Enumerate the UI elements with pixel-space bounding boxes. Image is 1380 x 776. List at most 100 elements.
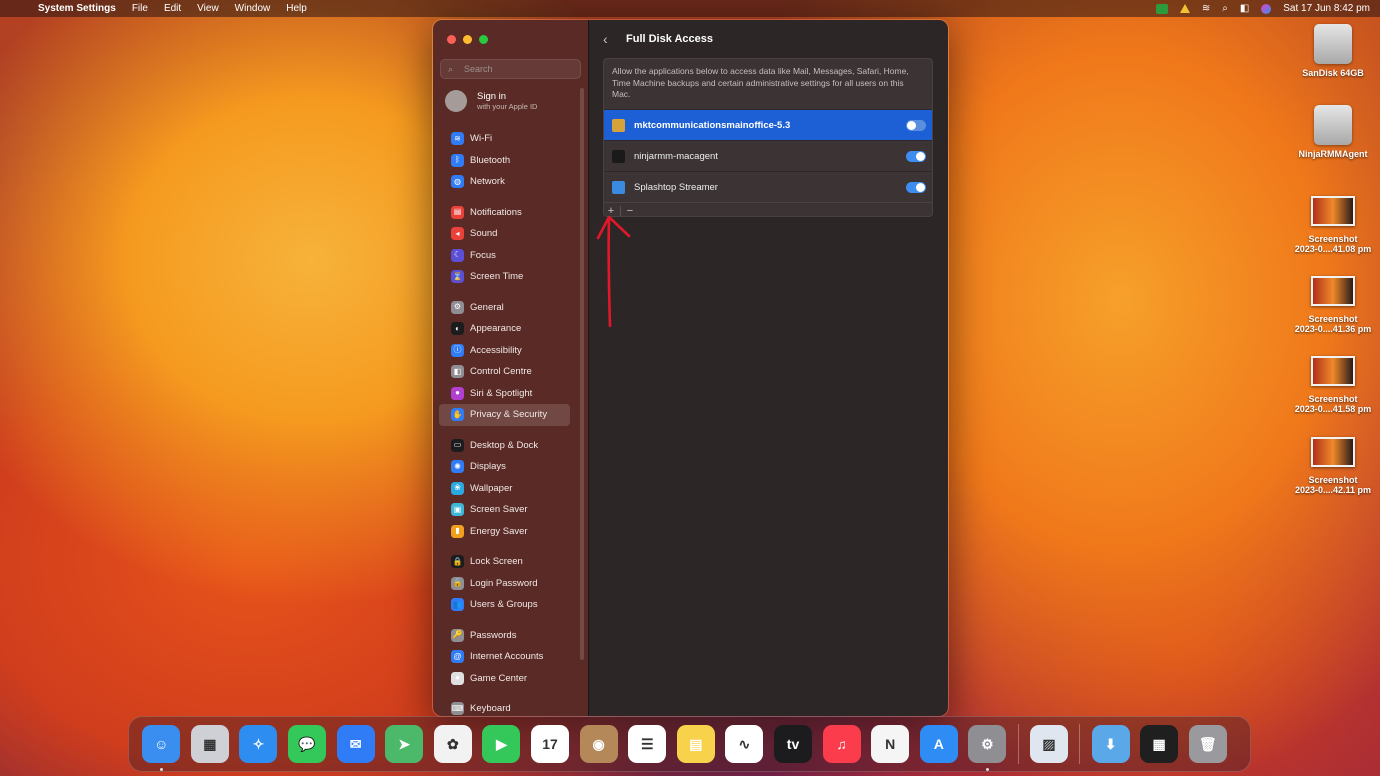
sidebar-item-users-groups[interactable]: 👥 Users & Groups [439,594,570,616]
desktop-screenshot[interactable]: Screenshot 2023-0....41.08 pm [1288,196,1378,254]
dock-contacts-icon[interactable]: ◉ [579,725,618,763]
menu-file[interactable]: File [132,3,148,14]
sidebar-item-wallpaper[interactable]: ❀ Wallpaper [439,478,570,500]
access-toggle[interactable] [906,182,926,193]
dock-news-icon[interactable]: N [871,725,910,763]
siri-icon[interactable] [1261,3,1272,14]
sidebar-group-spacer [433,689,588,698]
dock-launchpad-icon[interactable]: ▦ [190,725,229,763]
dock-downloads-icon[interactable]: ⬇ [1091,725,1130,763]
app-name: ninjarmm-macagent [634,150,718,162]
sidebar-item-screen-time[interactable]: ⌛ Screen Time [439,266,570,288]
access-toggle[interactable] [906,151,926,162]
sidebar-item-focus[interactable]: ☾ Focus [439,245,570,267]
dock-mail-icon[interactable]: ✉ [336,725,375,763]
dock-glyph: 💬 [298,735,316,752]
close-button[interactable] [447,35,456,44]
sidebar-item-label: Wi-Fi [470,133,493,145]
menu-window[interactable]: Window [235,3,271,14]
sidebar-item-wi-fi[interactable]: ≋ Wi-Fi [439,128,570,150]
back-chevron-icon[interactable]: ‹ [603,31,613,47]
control-centre-icon[interactable]: ◧ [1240,3,1249,14]
screen-time-icon: ⌛ [451,270,464,284]
dock-safari-icon[interactable]: ✧ [239,725,278,763]
dock-system-settings-icon[interactable]: ⚙ [968,725,1007,771]
sidebar-scrollbar[interactable] [580,88,584,660]
sidebar-item-sound[interactable]: ◂ Sound [439,223,570,245]
sidebar-item-game-center[interactable]: ● Game Center [439,668,570,690]
sidebar-item-privacy-security[interactable]: ✋ Privacy & Security [439,404,570,426]
sidebar-item-network[interactable]: ◍ Network [439,171,570,193]
dock-preview-icon[interactable]: ▨ [1029,725,1068,763]
sidebar-item-energy-saver[interactable]: ▮ Energy Saver [439,521,570,543]
menu-clock[interactable]: Sat 17 Jun 8:42 pm [1283,3,1370,14]
sidebar-item-general[interactable]: ⚙ General [439,297,570,319]
desktop-screenshot[interactable]: Screenshot 2023-0....42.11 pm [1288,437,1378,495]
status-app-icon[interactable] [1155,3,1168,14]
search-icon: ⌕ [448,63,454,74]
app-row[interactable]: mktcommunicationsmainoffice-5.3 [604,109,932,140]
sidebar-group-spacer [433,193,588,202]
desktop-screenshot[interactable]: Screenshot 2023-0....41.58 pm [1288,356,1378,414]
dock-app-store-icon[interactable]: A [919,725,958,763]
dock-facetime-icon[interactable]: ▶ [482,725,521,763]
dock-photos-icon[interactable]: ✿ [433,725,472,763]
dock-maps-icon[interactable]: ➤ [385,725,424,763]
sidebar-item-appearance[interactable]: ◐ Appearance [439,318,570,340]
avatar [445,90,467,112]
dock-glyph: ✉ [349,735,362,752]
sidebar-item-screen-saver[interactable]: ▣ Screen Saver [439,499,570,521]
login-password-icon: 🔒 [451,576,464,590]
sidebar-item-keyboard[interactable]: ⌨ Keyboard [439,698,570,716]
sidebar-item-login-password[interactable]: 🔒 Login Password [439,573,570,595]
dock-finder-icon[interactable]: ☺ [142,725,181,771]
dock-screenshot-stack-icon[interactable]: ▦ [1140,725,1179,763]
wi-fi-icon: ≋ [451,132,464,146]
app-name: mktcommunicationsmainoffice-5.3 [634,119,791,131]
app-row[interactable]: ninjarmm-macagent [604,140,932,171]
dock-trash-icon[interactable]: 🗑 [1188,725,1227,763]
menu-view[interactable]: View [197,3,219,14]
access-toggle[interactable] [906,120,926,131]
wifi-icon[interactable]: ≋ [1202,3,1210,14]
apple-id-signin[interactable]: Sign in with your Apple ID [445,90,537,112]
sidebar-item-internet-accounts[interactable]: @ Internet Accounts [439,646,570,668]
dock-calendar-icon[interactable]: 17 [531,725,570,763]
sidebar-item-label: Internet Accounts [470,651,544,663]
sidebar-item-control-centre[interactable]: ◧ Control Centre [439,361,570,383]
sidebar-item-label: Appearance [470,323,522,335]
search-field[interactable]: ⌕ Search [440,59,581,79]
sidebar-item-desktop-dock[interactable]: ▭ Desktop & Dock [439,435,570,457]
dock-glyph: ⚙ [981,735,994,752]
network-icon: ◍ [451,175,464,189]
dock-notes-icon[interactable]: ▤ [676,725,715,763]
dock-music-icon[interactable]: ♫ [822,725,861,763]
menu-help[interactable]: Help [286,3,307,14]
sidebar-item-bluetooth[interactable]: ᛒ Bluetooth [439,150,570,172]
sidebar-item-siri-spotlight[interactable]: ● Siri & Spotlight [439,383,570,405]
sidebar-item-passwords[interactable]: 🔑 Passwords [439,625,570,647]
desktop-drive-ninjarmm[interactable]: NinjaRMMAgent [1288,105,1378,159]
dock-tv-icon[interactable]: tv [774,725,813,763]
dock: ☺ ▦ ✧ 💬 ✉ ➤ ✿ ▶ 17 ◉ ☰ ▤ ∿ tv ♫ N A ⚙ ▨ ⬇ ▦ 🗑 [128,716,1251,772]
sidebar-group-spacer [433,288,588,297]
screen-saver-icon: ▣ [451,503,464,517]
sidebar-item-lock-screen[interactable]: 🔒 Lock Screen [439,551,570,573]
sidebar-item-accessibility[interactable]: ⓘ Accessibility [439,340,570,362]
warning-icon[interactable] [1179,4,1190,13]
desktop-drive-sandisk[interactable]: SanDisk 64GB [1288,24,1378,78]
dock-messages-icon[interactable]: 💬 [288,725,327,763]
dock-freeform-icon[interactable]: ∿ [725,725,764,763]
menu-edit[interactable]: Edit [164,3,181,14]
menu-app-name[interactable]: System Settings [38,3,116,14]
desktop-screenshot[interactable]: Screenshot 2023-0....41.36 pm [1288,276,1378,334]
game-center-icon: ● [451,671,464,685]
spotlight-search-icon[interactable]: ⌕ [1222,3,1228,14]
minimize-button[interactable] [463,35,472,44]
dock-reminders-icon[interactable]: ☰ [628,725,667,763]
sidebar-item-notifications[interactable]: ▤ Notifications [439,202,570,224]
sidebar-item-displays[interactable]: ✺ Displays [439,456,570,478]
zoom-button[interactable] [479,35,488,44]
app-row[interactable]: Splashtop Streamer [604,171,932,202]
keyboard-icon: ⌨ [451,702,464,716]
